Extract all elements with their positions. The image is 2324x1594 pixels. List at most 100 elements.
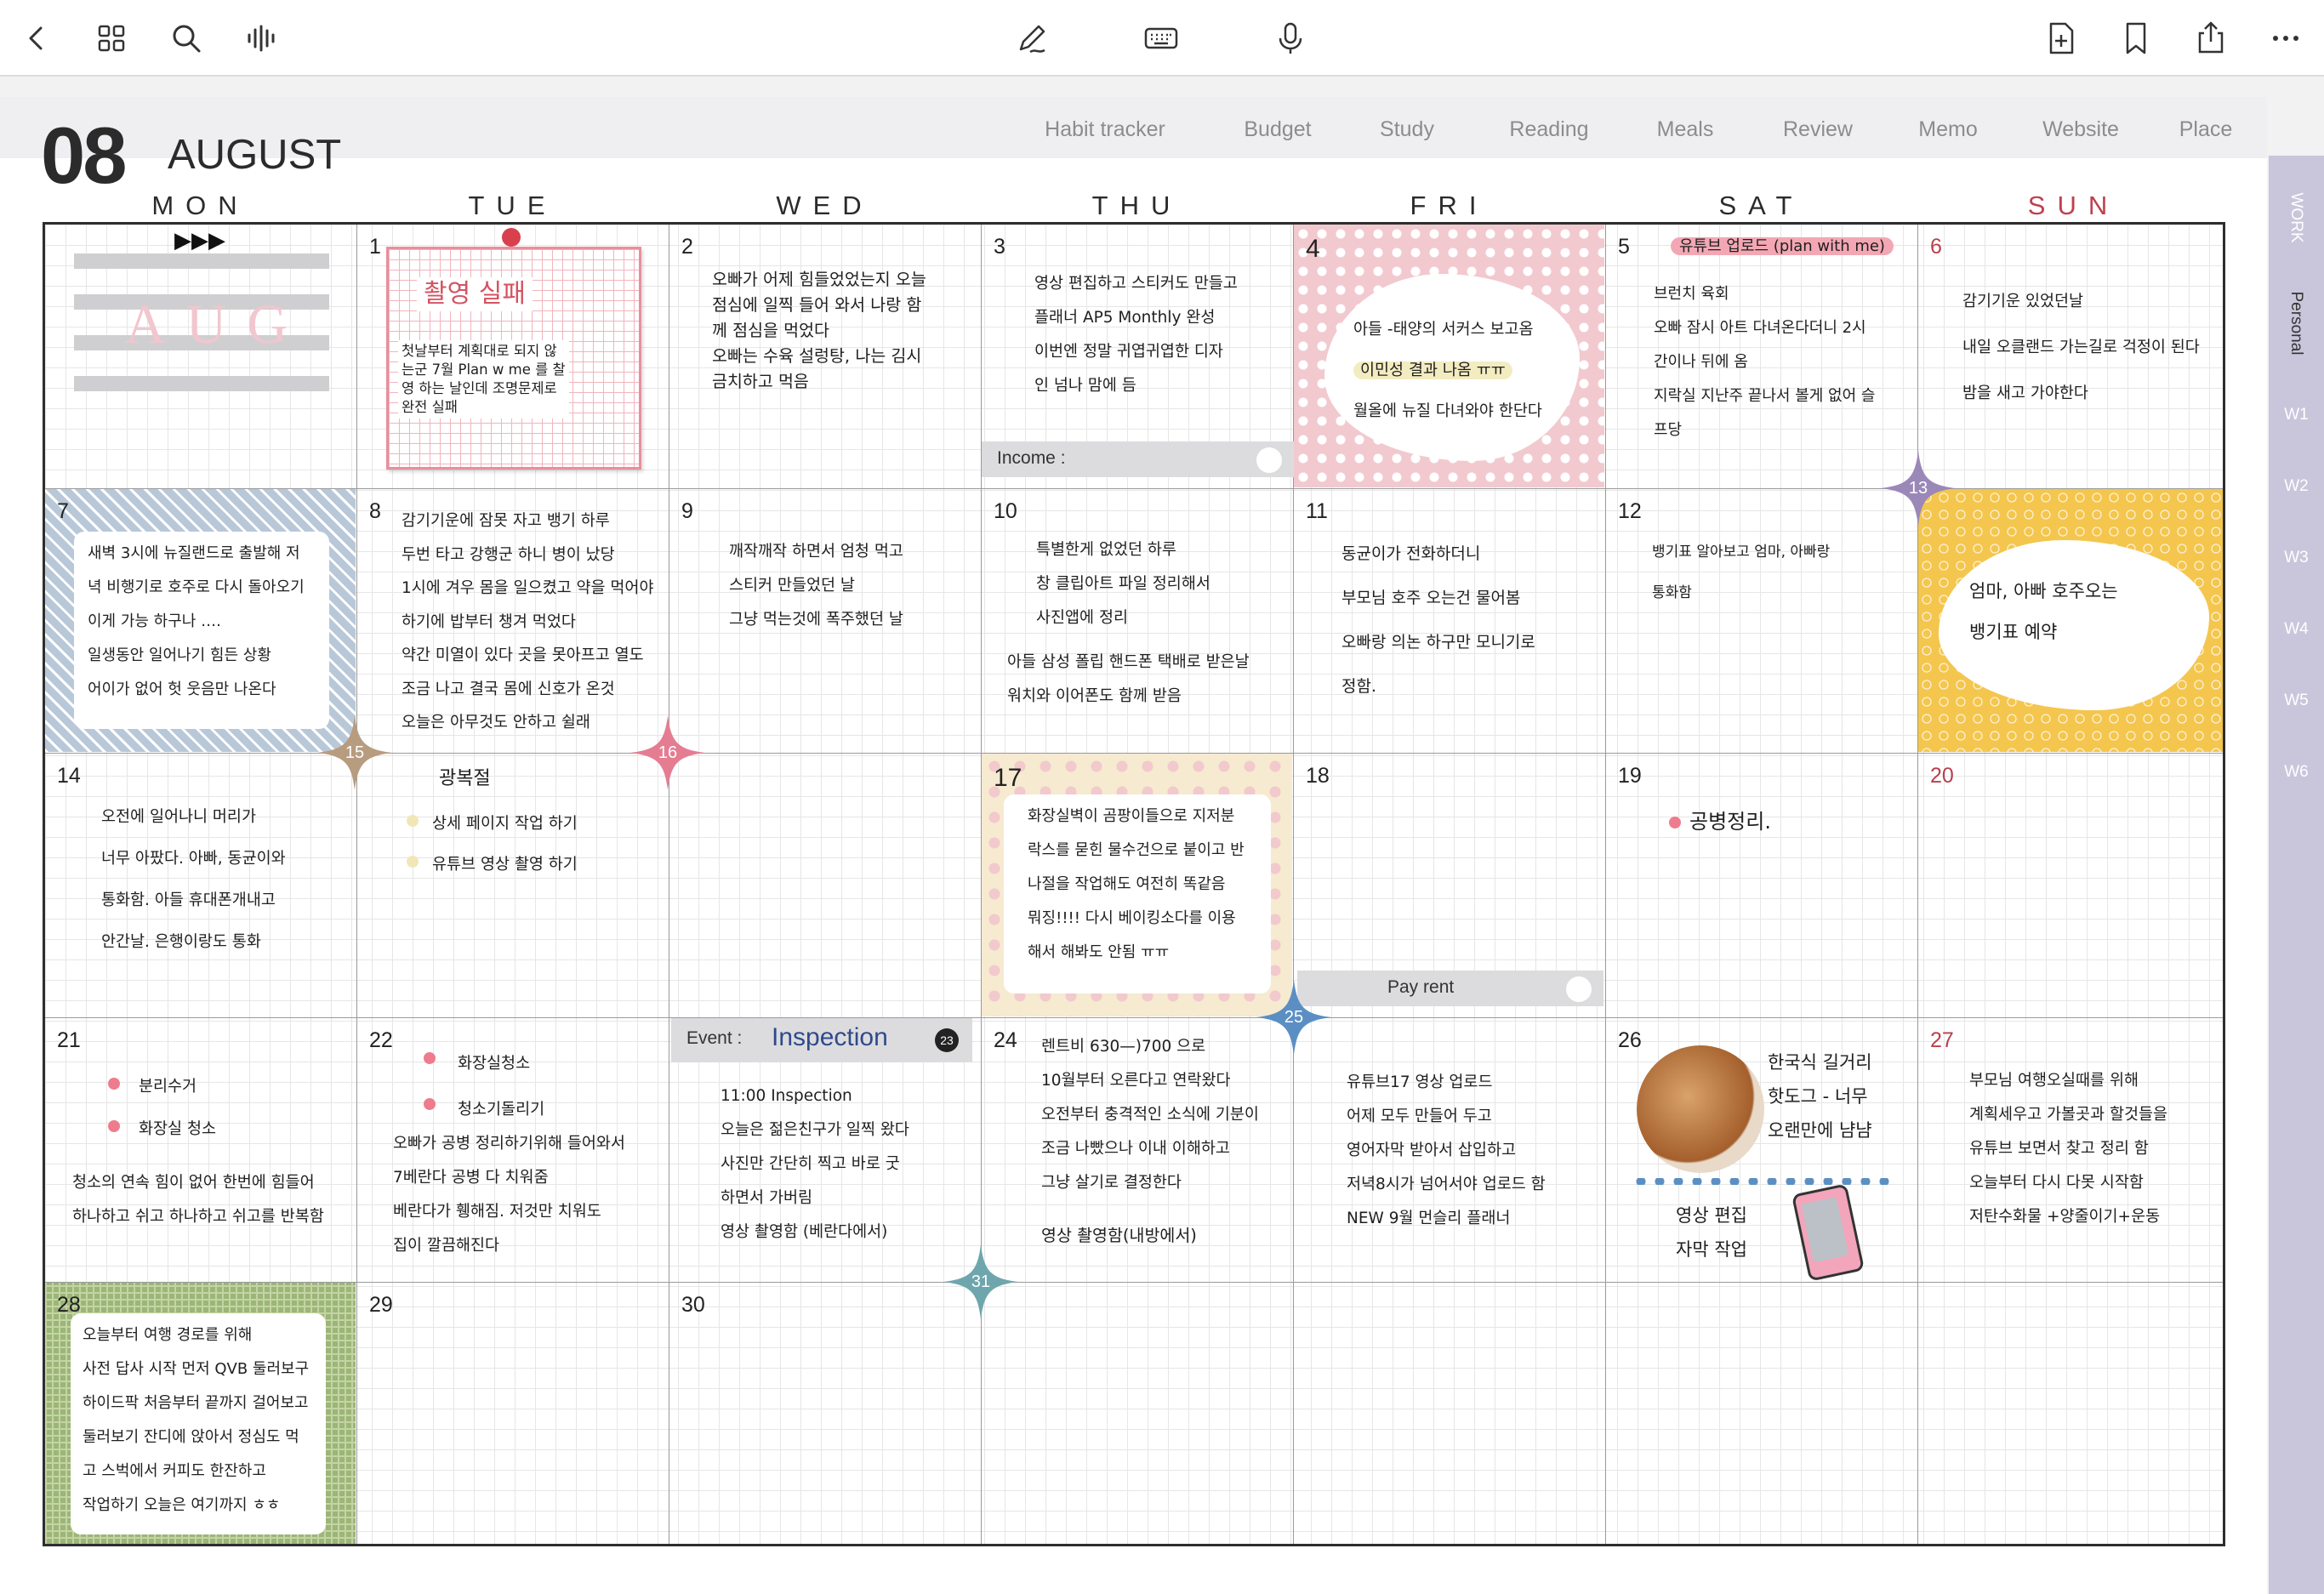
day-cell-30[interactable]: 30 [669,1283,982,1544]
side-tab-personal[interactable]: Personal [2287,255,2305,391]
day-cell-27[interactable]: 27 부모님 여행오실때를 위해 계획세우고 가볼곳과 할것들을 유튜브 보면서 찾… [1918,1018,2223,1283]
keyboard-icon[interactable] [1136,14,1186,63]
day-cell-5[interactable]: 5 유튜브 업로드 (plan with me) 브런치 육회 오빠 잠시 아트 … [1606,225,1918,489]
tab-place[interactable]: Place [2179,117,2233,142]
income-field[interactable]: Income : [982,441,1294,477]
day-cell-3[interactable]: 3 영상 편집하고 스티커도 만들고 플래너 AP5 Monthly 완성 이번엔 … [982,225,1294,489]
note-text: 감기기운 있었던날 내일 오클랜드 가는길로 걱정이 된다 밤을 새고 가야한다 [1962,293,2200,402]
day-cell-6[interactable]: 6 감기기운 있었던날 내일 오클랜드 가는길로 걱정이 된다 밤을 새고 가야한다 [1918,225,2223,489]
more-icon[interactable] [2261,14,2310,63]
day-title: 촬영 실패 [417,277,533,311]
day-number: 3 [994,235,1005,259]
pen-icon[interactable] [1007,14,1057,63]
day-number: 9 [681,499,693,523]
side-tab-w3[interactable]: W3 [2269,549,2324,567]
tab-review[interactable]: Review [1783,117,1853,142]
day-cell-empty[interactable] [1294,1283,1606,1544]
grid-icon[interactable] [87,14,136,63]
day-cell-19[interactable]: 19 공병정리. [1606,754,1918,1018]
note-text: 11:00 Inspection 오늘은 젊은친구가 일찍 왔다 사진만 간단히 찍… [721,1087,909,1241]
side-tab-w4[interactable]: W4 [2269,620,2324,639]
day-cell-empty[interactable] [1606,1283,1918,1544]
note-text: 엄마, 아빠 호주오는 뱅기표 예약 [1969,581,2118,642]
tab-website[interactable]: Website [2042,117,2119,142]
day-cell-18[interactable]: 18 Pay rent [1294,754,1606,1018]
weekday-fri: FRI [1410,191,1489,220]
aug-label: AUG [125,293,308,356]
day-number: 10 [994,499,1017,523]
search-icon[interactable] [162,14,211,63]
holiday-title: 광복절 [439,768,491,789]
day-cell-16[interactable] [669,754,982,1018]
event-label: Event : [686,1028,743,1048]
day-cell-7[interactable]: 7 새벽 3시에 뉴질랜드로 출발해 저녁 비행기로 호주로 다시 돌아오기 이게… [45,489,357,754]
note-text: 오늘부터 여행 경로를 위해 사전 답사 시작 먼저 QVB 둘러보구 하이드팍 처… [83,1326,310,1514]
day-cell-1[interactable]: 1 촬영 실패 첫날부터 계획대로 되지 않 는군 7월 Plan w me 를 … [357,225,669,489]
day-cell-24[interactable]: 24 렌트비 630—)700 으로 10월부터 오른다고 연락왔다 오전부터 충격… [982,1018,1294,1283]
month-name: AUGUST [168,132,342,178]
share-icon[interactable] [2186,14,2236,63]
day-cell-13[interactable]: 엄마, 아빠 호주오는 뱅기표 예약 [1918,489,2223,754]
day-marker-13: 13 [1879,449,1957,527]
note-text: 부모님 여행오실때를 위해 계획세우고 가볼곳과 할것들을 유튜브 보면서 찾고 정… [1969,1072,2168,1226]
day-number: 12 [1618,499,1642,523]
back-icon[interactable] [12,14,61,63]
day-cell-22[interactable]: 22 화장실청소 청소기돌리기 오빠가 공병 정리하기위해 들어와서 7베란다 공병… [357,1018,669,1283]
day-marker-31: 31 [942,1243,1020,1321]
day-number: 29 [369,1293,393,1317]
day-cell-25[interactable]: 유튜브17 영상 업로드 어제 모두 만들어 두고 영어자막 받아서 삽입하고 저녁8… [1294,1018,1606,1283]
day-cell-28[interactable]: 28 오늘부터 여행 경로를 위해 사전 답사 시작 먼저 QVB 둘러보구 하이드… [45,1283,357,1544]
tab-reading[interactable]: Reading [1509,117,1588,142]
planner-page: 08 AUGUST Habit tracker Budget Study Rea… [0,97,2267,1594]
tab-meals[interactable]: Meals [1657,117,1714,142]
day-cell-8[interactable]: 8 감기기운에 잠못 자고 뱅기 하루 두번 타고 강행군 하니 병이 났당 1시에… [357,489,669,754]
tab-study[interactable]: Study [1380,117,1434,142]
day-cell-2[interactable]: 2 오빠가 어제 힘들었었는지 오늘 점심에 일찍 들어 와서 나랑 함께 점심을… [669,225,982,489]
side-tab-w5[interactable]: W5 [2269,692,2324,710]
day-cell-21[interactable]: 21 분리수거 화장실 청소 청소의 연속 힘이 없어 한번에 힘들어 하나하고 쉬… [45,1018,357,1283]
day-cell-10[interactable]: 10 특별한게 없었던 하루 창 클립아트 파일 정리해서 사진앱에 정리 아들 삼… [982,489,1294,754]
day-number: 18 [1306,764,1330,788]
tab-budget[interactable]: Budget [1244,117,1311,142]
note-text: 렌트비 630—)700 으로 10월부터 오른다고 연락왔다 오전부터 충격적인 … [1041,1038,1259,1192]
event-field[interactable]: Event : Inspection 23 [671,1018,972,1062]
weekday-wed: WED [776,191,874,220]
day-cell-empty[interactable] [982,1283,1294,1544]
income-toggle[interactable] [1256,447,1282,473]
day-cell-15[interactable]: 광복절 상세 페이지 작업 하기 유튜브 영상 촬영 하기 [357,754,669,1018]
day-cell-20[interactable]: 20 [1918,754,2223,1018]
day-number: 1 [369,235,381,259]
day-cell-4[interactable]: 4 아들 -태양의 서커스 보고옴 이민성 결과 나옴 ㅠㅠ 월올에 뉴질 다녀… [1294,225,1606,489]
pay-rent-field[interactable]: Pay rent [1297,971,1603,1006]
side-tab-w6[interactable]: W6 [2269,763,2324,782]
day-cell-29[interactable]: 29 [357,1283,669,1544]
day-cell-26[interactable]: 26 한국식 길거리 핫도그 - 너무 오랜만에 냠냠 영상 편집 자막 작업 [1606,1018,1918,1283]
day-number-badge: 23 [935,1028,959,1052]
day-number: 17 [994,764,1022,792]
day-cell-23[interactable]: Event : Inspection 23 11:00 Inspection 오늘… [669,1018,982,1283]
day-cell-11[interactable]: 11 동균이가 전화하더니 부모님 호주 오는건 물어봄 오빠랑 의논 하구만 모니… [1294,489,1606,754]
pay-rent-toggle[interactable] [1566,976,1592,1002]
note-text: 공병정리. [1689,810,1771,834]
side-tab-w2[interactable]: W2 [2269,477,2324,496]
tab-memo[interactable]: Memo [1918,117,1977,142]
day-number: 11 [1306,499,1328,523]
bookmark-icon[interactable] [2111,14,2161,63]
add-page-icon[interactable] [2036,14,2086,63]
note-text: 첫날부터 계획대로 되지 않 는군 7월 Plan w me 를 찰영 하는 날인… [398,340,569,418]
day-cell-14[interactable]: 14 오전에 일어나니 머리가 너무 아팠다. 아빠, 동균이와 통화함. 아들 휴… [45,754,357,1018]
day-cell-12[interactable]: 12 뱅기표 알아보고 엄마, 아빠랑 통화함 [1606,489,1918,754]
day-cell-17[interactable]: 17 화장실벽이 곰팡이들으로 지저분 락스를 묻힌 물수건으로 붙이고 반 나절을… [982,754,1294,1018]
weekday-sun: SUN [2027,191,2120,220]
note-text: 유튜브17 영상 업로드 어제 모두 만들어 두고 영어자막 받아서 삽입하고 저녁8… [1347,1073,1546,1227]
side-tab-w1[interactable]: W1 [2269,406,2324,424]
tab-habit-tracker[interactable]: Habit tracker [1045,117,1165,142]
microphone-icon[interactable] [1266,14,1315,63]
day-cell-empty[interactable] [1918,1283,2223,1544]
bullet-list: 분리수거 화장실 청소 [139,1078,216,1138]
day-number: 4 [1306,235,1320,263]
day-cell-empty-aug[interactable]: ▶▶▶ AUG [45,225,357,489]
audio-icon[interactable] [236,14,286,63]
day-cell-9[interactable]: 9 깨작깨작 하면서 엄청 먹고 스티커 만들었던 날 그냥 먹는것에 폭주했던 날 [669,489,982,754]
youtube-upload-tag: 유튜브 업로드 (plan with me) [1671,233,1894,260]
